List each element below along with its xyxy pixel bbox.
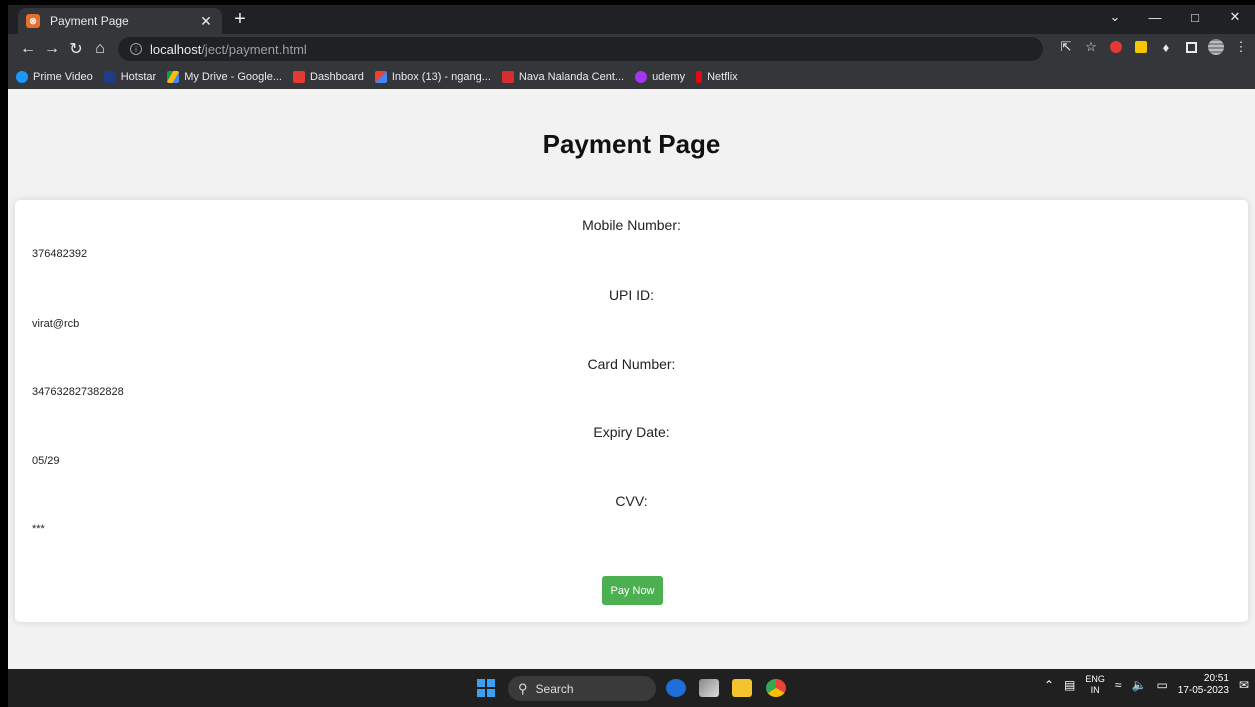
bookmark-label: Prime Video [33, 70, 93, 83]
tab-payment-page[interactable]: ⊗ Payment Page ✕ [18, 8, 222, 34]
chrome-taskbar-icon[interactable] [766, 679, 786, 697]
task-view-icon[interactable] [699, 679, 719, 697]
extension-red-icon[interactable] [1108, 39, 1124, 55]
bookmark-label: Nava Nalanda Cent... [518, 70, 625, 83]
tab-strip: ⊗ Payment Page ✕ + ⌄ — □ ✕ [8, 5, 1255, 34]
back-button[interactable]: ← [16, 38, 40, 60]
tab-title: Payment Page [50, 14, 129, 28]
search-icon: ⚲ [518, 680, 528, 696]
address-bar[interactable]: i localhost/ject/payment.html [118, 37, 1043, 61]
language-label: ENG [1085, 674, 1105, 684]
window-controls: ⌄ — □ ✕ [1095, 5, 1255, 34]
tray-app-icon[interactable]: ▤ [1064, 678, 1075, 692]
url-host: localhost [150, 41, 202, 57]
forward-button[interactable]: → [40, 38, 64, 60]
hotstar-icon [103, 70, 116, 83]
browser-toolbar: ← → ↻ ⌂ i localhost/ject/payment.html ⇱ … [8, 34, 1255, 64]
reload-button[interactable]: ↻ [64, 38, 88, 60]
toolbar-right: ⇱ ☆ ♦ ⋮ [1058, 39, 1249, 55]
wifi-icon[interactable]: ≈ [1115, 678, 1122, 692]
clock[interactable]: 20:51 17-05-2023 [1178, 673, 1229, 697]
url-path: /ject/payment.html [201, 41, 307, 57]
browser-window: ⊗ Payment Page ✕ + ⌄ — □ ✕ ← → ↻ ⌂ i loc… [8, 5, 1255, 89]
bookmark-udemy[interactable]: udemy [635, 70, 686, 83]
bookmark-my-drive[interactable]: My Drive - Google... [167, 70, 282, 83]
mobile-number-value: 376482392 [32, 248, 88, 260]
page-viewport: Payment Page Mobile Number: 376482392 UP… [8, 89, 1255, 669]
mobile-number-label: Mobile Number: [582, 217, 681, 233]
dashboard-icon [293, 70, 305, 83]
home-button[interactable]: ⌂ [88, 38, 112, 60]
bookmarks-bar: Prime Video Hotstar My Drive - Google...… [8, 64, 1255, 89]
share-icon[interactable]: ⇱ [1058, 39, 1074, 55]
bookmark-label: Dashboard [310, 70, 364, 83]
upi-id-value: virat@rcb [32, 318, 80, 330]
pay-now-button[interactable]: Pay Now [602, 576, 663, 605]
bookmark-label: Inbox (13) - ngang... [391, 70, 491, 83]
card-number-value: 347632827382828 [32, 386, 124, 398]
extension-yellow-icon[interactable] [1133, 39, 1149, 55]
minimize-button[interactable]: — [1135, 5, 1175, 29]
expiry-date-value: 05/29 [32, 455, 60, 467]
side-panel-icon[interactable] [1183, 39, 1199, 55]
clock-time: 20:51 [1203, 673, 1229, 684]
taskbar-search[interactable]: ⚲ Search [508, 676, 656, 701]
tab-search-icon[interactable]: ⌄ [1095, 5, 1135, 29]
windows-taskbar: ⚲ Search ⌃ ▤ ENG IN ≈ 🔈 ▭ 20:51 17-05-20… [8, 669, 1255, 707]
payment-form: Mobile Number: 376482392 UPI ID: virat@r… [15, 200, 1248, 622]
menu-kebab-icon[interactable]: ⋮ [1233, 39, 1249, 55]
extensions-puzzle-icon[interactable]: ♦ [1158, 39, 1174, 55]
profile-avatar-icon[interactable] [1208, 39, 1224, 55]
upi-id-label: UPI ID: [608, 287, 655, 303]
expiry-date-label: Expiry Date: [593, 424, 670, 440]
file-explorer-icon[interactable] [732, 679, 752, 697]
bookmark-star-icon[interactable]: ☆ [1083, 39, 1099, 55]
cvv-value: *** [32, 523, 45, 535]
bookmark-label: My Drive - Google... [184, 70, 282, 83]
cvv-label: CVV: [615, 493, 648, 509]
info-icon[interactable]: i [130, 43, 142, 55]
system-tray: ⌃ ▤ ENG IN ≈ 🔈 ▭ 20:51 17-05-2023 ✉ [1044, 673, 1249, 697]
notification-icon[interactable]: ✉ [1239, 678, 1249, 692]
card-number-label: Card Number: [587, 356, 676, 372]
bookmark-label: Netflix [707, 70, 738, 83]
close-window-button[interactable]: ✕ [1215, 5, 1255, 29]
bing-icon[interactable] [666, 679, 686, 697]
close-tab-icon[interactable]: ✕ [198, 13, 214, 30]
bookmark-label: udemy [652, 70, 686, 83]
bookmark-label: Hotstar [120, 70, 157, 83]
new-tab-button[interactable]: + [228, 8, 252, 30]
battery-icon[interactable]: ▭ [1156, 678, 1167, 692]
xampp-icon: ⊗ [26, 14, 40, 28]
prime-video-icon [16, 70, 28, 83]
bookmark-nava-nalanda[interactable]: Nava Nalanda Cent... [501, 70, 625, 83]
page-title: Payment Page [542, 129, 721, 159]
clock-date: 17-05-2023 [1177, 685, 1229, 696]
bookmark-hotstar[interactable]: Hotstar [103, 70, 157, 83]
volume-icon[interactable]: 🔈 [1131, 678, 1146, 692]
taskbar-search-label: Search [535, 681, 574, 696]
windows-start-icon[interactable] [477, 679, 495, 697]
bookmark-dashboard[interactable]: Dashboard [293, 70, 364, 83]
bookmark-prime-video[interactable]: Prime Video [16, 70, 93, 83]
region-label: IN [1090, 685, 1100, 695]
chevron-up-icon[interactable]: ⌃ [1044, 678, 1054, 692]
udemy-icon [635, 70, 648, 83]
netflix-icon [696, 70, 703, 83]
restore-button[interactable]: □ [1175, 5, 1215, 29]
nava-nalanda-icon [501, 70, 514, 83]
bookmark-netflix[interactable]: Netflix [696, 70, 738, 83]
google-drive-icon [167, 70, 180, 83]
gmail-icon [374, 70, 387, 83]
language-indicator[interactable]: ENG IN [1085, 674, 1105, 696]
bookmark-inbox[interactable]: Inbox (13) - ngang... [374, 70, 491, 83]
